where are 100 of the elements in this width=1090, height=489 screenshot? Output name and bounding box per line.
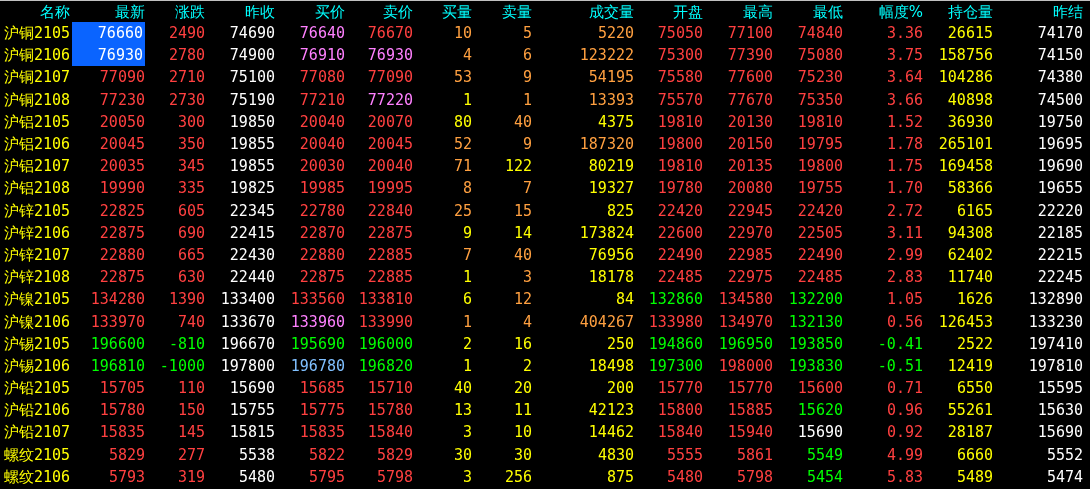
contract-name[interactable]: 沪铝2108 [0, 177, 72, 200]
table-cell: 1 [462, 268, 472, 287]
contract-name[interactable]: 沪铜2106 [0, 44, 72, 67]
contract-name[interactable]: 沪铝2106 [0, 133, 72, 156]
contract-name[interactable]: 螺纹2105 [0, 443, 72, 466]
contract-name[interactable]: 沪镍2106 [0, 310, 72, 333]
selection-highlight[interactable]: 76660 [72, 22, 145, 45]
table-cell: 22345 [229, 201, 275, 220]
table-cell: 71 [453, 157, 472, 176]
column-header: 昨结 [1052, 2, 1083, 23]
selection-highlight[interactable]: 134280 [72, 288, 145, 311]
table-cell: 187320 [579, 135, 634, 154]
table-cell: 6165 [956, 201, 993, 220]
table-cell: 15885 [727, 401, 773, 420]
contract-name[interactable]: 沪铅2105 [0, 377, 72, 400]
table-cell: 5.83 [886, 467, 923, 486]
table-cell: 52 [453, 135, 472, 154]
selection-highlight[interactable]: 22825 [72, 199, 145, 222]
selection-highlight[interactable]: 5829 [72, 443, 145, 466]
table-cell: 19800 [797, 157, 843, 176]
table-cell: 22430 [229, 245, 275, 264]
contract-name[interactable]: 螺纹2106 [0, 465, 72, 488]
table-cell: 1 [462, 90, 472, 109]
table-cell: 22875 [99, 268, 145, 287]
table-cell: 19985 [299, 179, 345, 198]
table-cell: 22870 [299, 223, 345, 242]
table-cell: 19855 [229, 157, 275, 176]
contract-name[interactable]: 沪锌2107 [0, 243, 72, 266]
table-cell: 22880 [299, 245, 345, 264]
selection-highlight[interactable]: 20045 [72, 133, 145, 156]
table-cell: 15780 [99, 401, 145, 420]
selection-highlight[interactable]: 22880 [72, 243, 145, 266]
selection-highlight[interactable]: 196810 [72, 354, 145, 377]
table-cell: 15755 [229, 401, 275, 420]
table-cell: 80 [453, 112, 472, 131]
table-cell: 74840 [797, 24, 843, 43]
contract-name[interactable]: 沪铜2105 [0, 22, 72, 45]
table-cell: 2730 [168, 90, 205, 109]
selection-highlight[interactable]: 5793 [72, 465, 145, 488]
contract-name[interactable]: 沪锡2105 [0, 332, 72, 355]
table-cell: 20150 [727, 135, 773, 154]
selection-highlight[interactable]: 20035 [72, 155, 145, 178]
table-cell: 5555 [666, 445, 703, 464]
table-cell: 197300 [648, 356, 703, 375]
contract-name[interactable]: 沪锌2105 [0, 199, 72, 222]
table-cell: 4375 [597, 112, 634, 131]
table-cell: 19655 [1037, 179, 1083, 198]
contract-name[interactable]: 沪锡2106 [0, 354, 72, 377]
table-cell: 20 [513, 379, 532, 398]
selection-highlight[interactable]: 15705 [72, 377, 145, 400]
selection-highlight[interactable]: 22875 [72, 221, 145, 244]
table-cell: 1.52 [886, 112, 923, 131]
table-cell: 3.36 [886, 24, 923, 43]
selection-highlight[interactable]: 15835 [72, 421, 145, 444]
table-cell: 5 [522, 24, 532, 43]
table-cell: 77080 [299, 68, 345, 87]
column-header: 成交量 [588, 2, 634, 23]
selection-highlight[interactable]: 20050 [72, 110, 145, 133]
table-cell: 74900 [229, 46, 275, 65]
table-cell: 1.05 [886, 290, 923, 309]
table-cell: 256 [504, 467, 532, 486]
table-cell: 20040 [299, 135, 345, 154]
contract-name[interactable]: 沪铜2107 [0, 66, 72, 89]
contract-name[interactable]: 沪铜2108 [0, 88, 72, 111]
contract-name[interactable]: 沪铝2107 [0, 155, 72, 178]
selection-highlight[interactable]: 19990 [72, 177, 145, 200]
table-cell: 74170 [1037, 24, 1083, 43]
contract-name[interactable]: 沪锌2108 [0, 266, 72, 289]
selection-highlight[interactable]: 77090 [72, 66, 145, 89]
table-cell: 8 [462, 179, 472, 198]
table-cell: 19990 [99, 179, 145, 198]
table-cell: 5474 [1046, 467, 1083, 486]
selection-highlight[interactable]: 15780 [72, 399, 145, 422]
table-cell: 9 [462, 223, 472, 242]
selection-highlight[interactable]: 22875 [72, 266, 145, 289]
table-cell: 5549 [806, 445, 843, 464]
selection-highlight[interactable]: 76930 [72, 44, 145, 67]
table-cell: 1 [462, 356, 472, 375]
table-cell: 75080 [797, 46, 843, 65]
table-cell: 0.56 [886, 312, 923, 331]
table-cell: 77090 [367, 68, 413, 87]
contract-name[interactable]: 沪铅2106 [0, 399, 72, 422]
table-cell: 19850 [229, 112, 275, 131]
table-cell: 1 [462, 312, 472, 331]
table-cell: 4 [462, 46, 472, 65]
table-cell: 197800 [220, 356, 275, 375]
contract-name[interactable]: 沪镍2105 [0, 288, 72, 311]
contract-name[interactable]: 沪铅2107 [0, 421, 72, 444]
selection-highlight[interactable]: 133970 [72, 310, 145, 333]
table-cell: -0.51 [877, 356, 923, 375]
table-cell: 319 [177, 467, 205, 486]
selection-highlight[interactable]: 77230 [72, 88, 145, 111]
table-cell: 22440 [229, 268, 275, 287]
table-cell: 9 [522, 135, 532, 154]
table-cell: 22505 [797, 223, 843, 242]
table-cell: 15940 [727, 423, 773, 442]
table-cell: 94308 [947, 223, 993, 242]
contract-name[interactable]: 沪锌2106 [0, 221, 72, 244]
contract-name[interactable]: 沪铝2105 [0, 110, 72, 133]
selection-highlight[interactable]: 196600 [72, 332, 145, 355]
